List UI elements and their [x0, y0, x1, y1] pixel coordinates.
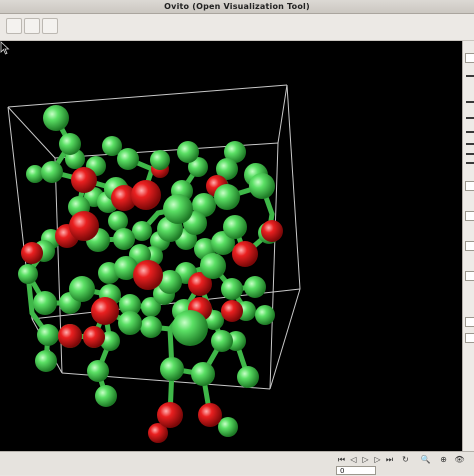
atom-green — [113, 228, 135, 250]
atom-green — [221, 278, 243, 300]
atom-green — [200, 253, 226, 279]
window-titlebar: Ovito (Open Visualization Tool) — [0, 0, 474, 14]
3d-viewport[interactable] — [0, 41, 462, 451]
atom-red — [157, 402, 183, 428]
atom-green — [37, 324, 59, 346]
window-title: Ovito (Open Visualization Tool) — [164, 2, 310, 11]
atom-red — [198, 403, 222, 427]
atom-green — [59, 133, 81, 155]
atom-red — [83, 326, 105, 348]
command-panel — [462, 41, 474, 451]
atom-green — [33, 291, 57, 315]
cell-edge — [7, 84, 288, 108]
atom-red — [131, 180, 161, 210]
atom-red — [261, 220, 283, 242]
atom-layer — [18, 105, 283, 443]
atom-green — [255, 305, 275, 325]
goto-end-icon[interactable]: ⏭ — [384, 455, 395, 465]
panel-list-line — [466, 75, 474, 77]
atom-red — [21, 242, 43, 264]
panel-list-line — [466, 101, 474, 103]
atom-green — [172, 310, 208, 346]
cell-edge — [286, 84, 301, 290]
cell-edge — [269, 288, 301, 390]
toolbar-area — [0, 14, 474, 41]
atom-red — [58, 324, 82, 348]
atom-green — [117, 148, 139, 170]
atom-green — [211, 330, 233, 352]
atom-green — [18, 264, 38, 284]
next-frame-icon[interactable]: ▷ — [372, 455, 383, 465]
prev-frame-icon[interactable]: ◁ — [348, 455, 359, 465]
atom-green — [177, 141, 199, 163]
loop-icon[interactable]: ↻ — [400, 455, 411, 465]
atom-green — [223, 215, 247, 239]
panel-list-line — [466, 143, 474, 145]
atom-scene — [7, 84, 301, 443]
atom-green — [244, 276, 266, 298]
atom-green — [163, 194, 193, 224]
atom-green — [69, 276, 95, 302]
zoom-icon[interactable]: 🔍 — [420, 455, 431, 465]
atom-green — [191, 362, 215, 386]
atom-green — [41, 161, 63, 183]
atom-green — [237, 366, 259, 388]
cell-edge — [277, 84, 288, 144]
panel-list-line — [466, 131, 474, 133]
atom-red — [232, 241, 258, 267]
atom-green — [108, 211, 128, 231]
atom-red — [133, 260, 163, 290]
atom-green — [43, 105, 69, 131]
atom-red — [221, 300, 243, 322]
panel-list-line — [466, 117, 474, 119]
atom-green — [218, 417, 238, 437]
atom-red — [91, 297, 119, 325]
play-icon[interactable]: ▷ — [360, 455, 371, 465]
panel-field[interactable] — [465, 317, 474, 327]
toolbar-button[interactable] — [42, 18, 58, 34]
panel-field[interactable] — [465, 333, 474, 343]
atom-green — [140, 316, 162, 338]
panel-list-line — [466, 153, 474, 155]
atom-green — [214, 184, 240, 210]
mouse-cursor-icon — [0, 41, 10, 55]
atom-red — [69, 211, 99, 241]
panel-field[interactable] — [465, 271, 474, 281]
atom-green — [35, 350, 57, 372]
eye-icon[interactable]: 👁 — [454, 455, 465, 465]
panel-list-line — [466, 162, 474, 164]
toolbar-button[interactable] — [24, 18, 40, 34]
goto-start-icon[interactable]: ⏮ — [336, 455, 347, 465]
atom-green — [150, 150, 170, 170]
panel-field[interactable] — [465, 211, 474, 221]
atom-green — [249, 173, 275, 199]
atom-green — [95, 385, 117, 407]
atom-green — [118, 311, 142, 335]
atom-green — [160, 357, 184, 381]
atom-green — [132, 221, 152, 241]
panel-field[interactable] — [465, 181, 474, 191]
panel-field[interactable] — [465, 241, 474, 251]
panel-field[interactable] — [465, 53, 474, 63]
fov-icon[interactable]: ⊕ — [438, 455, 449, 465]
animation-bar: ⏮ ◁ ▷ ▷ ⏭ ↻ 🔍 ⊕ 👁 0 — [0, 451, 474, 475]
atom-green — [87, 360, 109, 382]
toolbar-button[interactable] — [6, 18, 22, 34]
atom-red — [71, 167, 97, 193]
